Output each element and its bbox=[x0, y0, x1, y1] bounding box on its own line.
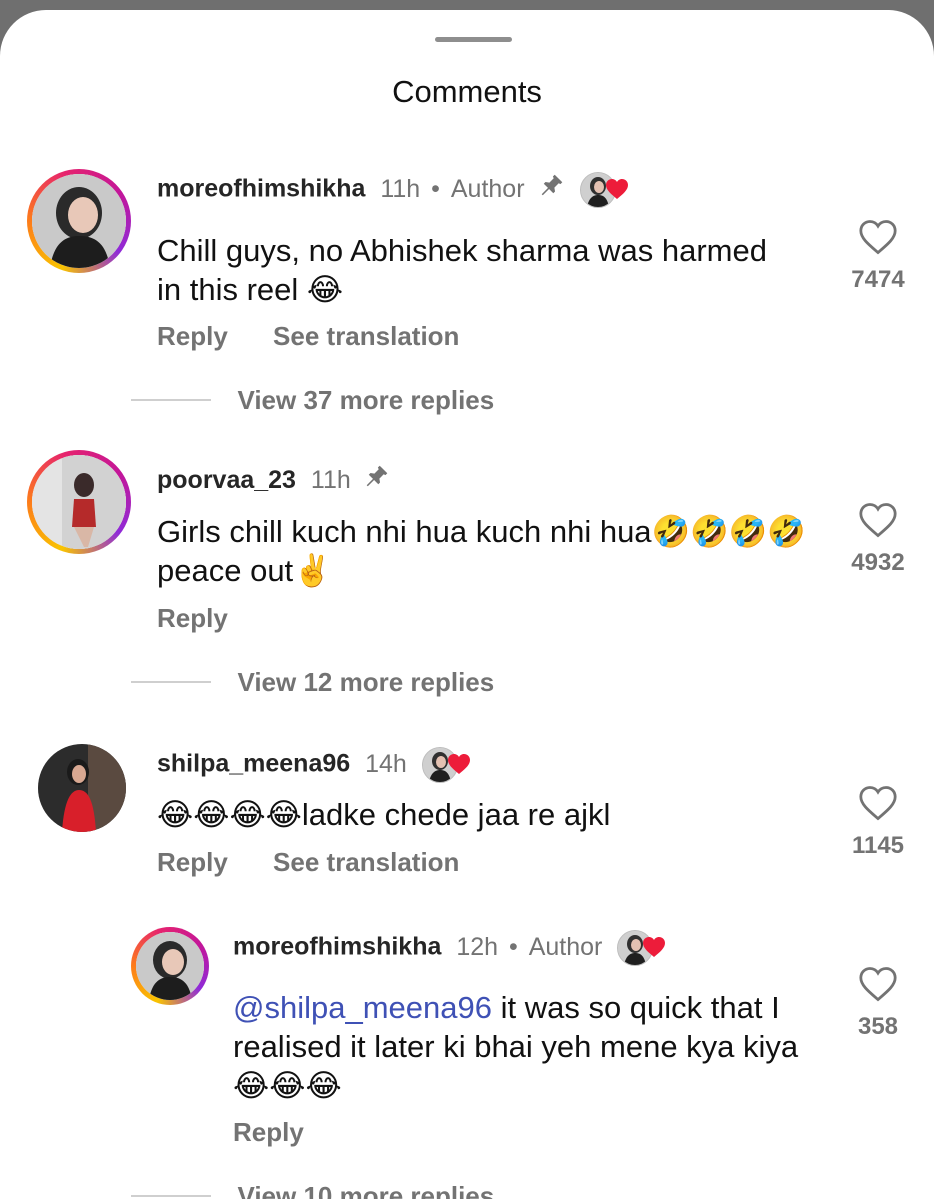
like-count: 7474 bbox=[851, 266, 905, 293]
comments-sheet: Comments moreofhimshikha 11h • Author Ch… bbox=[0, 10, 934, 1199]
like-control: 358 bbox=[838, 966, 918, 1042]
heart-outline-icon[interactable] bbox=[858, 502, 898, 538]
avatar-photo bbox=[32, 455, 126, 549]
separator-dot: • bbox=[431, 174, 440, 203]
heart-outline-icon[interactable] bbox=[858, 966, 898, 1002]
comment-meta: moreofhimshikha 11h • Author bbox=[157, 170, 636, 208]
view-replies-label: View 37 more replies bbox=[237, 385, 495, 415]
mention-link[interactable]: @shilpa_meena96 bbox=[233, 990, 492, 1025]
view-replies-button[interactable]: View 10 more replies bbox=[131, 1178, 494, 1199]
like-count: 358 bbox=[857, 1013, 899, 1040]
creator-liked-heart-icon bbox=[617, 928, 673, 968]
comment-meta: shilpa_meena96 14h bbox=[157, 745, 478, 783]
comment-text: @shilpa_meena96 it was so quick that I r… bbox=[233, 988, 813, 1105]
avatar[interactable] bbox=[38, 744, 126, 832]
reply-thread-line bbox=[131, 1195, 211, 1197]
timestamp: 11h bbox=[310, 466, 351, 494]
timestamp: 14h bbox=[365, 749, 407, 778]
like-control: 7474 bbox=[838, 219, 918, 295]
see-translation-button[interactable]: See translation bbox=[273, 318, 459, 354]
drag-handle[interactable] bbox=[435, 37, 512, 42]
comment-actions: Reply bbox=[233, 1114, 304, 1150]
sheet-title: Comments bbox=[392, 74, 542, 109]
separator-dot: • bbox=[509, 932, 518, 961]
author-badge: Author bbox=[450, 174, 525, 203]
comment-text: 😂😂😂😂ladke chede jaa re ajkl bbox=[157, 797, 611, 832]
reply-thread-line bbox=[131, 399, 211, 401]
comment-text: Girls chill kuch nhi hua kuch nhi hua🤣🤣🤣… bbox=[157, 514, 806, 588]
reply-button[interactable]: Reply bbox=[233, 1114, 304, 1150]
creator-liked-heart-icon bbox=[421, 745, 478, 785]
avatar[interactable] bbox=[131, 927, 209, 1005]
comment-meta: poorvaa_23 11h bbox=[157, 462, 390, 498]
view-replies-button[interactable]: View 12 more replies bbox=[131, 664, 494, 700]
avatar[interactable] bbox=[27, 450, 131, 554]
like-control: 1145 bbox=[838, 785, 918, 861]
reply-button[interactable]: Reply bbox=[157, 844, 228, 880]
view-replies-label: View 12 more replies bbox=[237, 667, 495, 697]
reply-button[interactable]: Reply bbox=[157, 600, 228, 636]
pin-icon bbox=[539, 172, 565, 208]
comment-actions: Reply See translation bbox=[157, 318, 459, 354]
reply-thread-line bbox=[131, 681, 211, 683]
like-count: 1145 bbox=[851, 832, 905, 859]
reply-button[interactable]: Reply bbox=[157, 318, 228, 354]
comment-actions: Reply See translation bbox=[157, 844, 459, 880]
like-control: 4932 bbox=[838, 502, 918, 578]
username[interactable]: shilpa_meena96 bbox=[157, 750, 350, 778]
username[interactable]: moreofhimshikha bbox=[233, 933, 441, 961]
username[interactable]: moreofhimshikha bbox=[157, 175, 365, 203]
heart-outline-icon[interactable] bbox=[858, 219, 898, 255]
see-translation-button[interactable]: See translation bbox=[273, 844, 459, 880]
view-replies-button[interactable]: View 37 more replies bbox=[131, 382, 494, 418]
timestamp: 12h bbox=[456, 932, 499, 961]
avatar-photo bbox=[32, 174, 126, 268]
heart-outline-icon[interactable] bbox=[858, 785, 898, 821]
avatar[interactable] bbox=[27, 169, 131, 273]
timestamp: 11h bbox=[380, 174, 421, 203]
creator-liked-heart-icon bbox=[580, 170, 636, 210]
pin-icon bbox=[364, 463, 390, 499]
username[interactable]: poorvaa_23 bbox=[157, 466, 296, 494]
comment-actions: Reply bbox=[157, 600, 228, 636]
avatar-photo bbox=[38, 744, 126, 832]
like-count: 4932 bbox=[851, 549, 905, 576]
comment-text: Chill guys, no Abhishek sharma was harme… bbox=[157, 233, 767, 307]
avatar-photo bbox=[136, 932, 204, 1000]
view-replies-label: View 10 more replies bbox=[237, 1181, 495, 1199]
comment-meta: moreofhimshikha 12h • Author bbox=[233, 928, 673, 966]
author-badge: Author bbox=[528, 932, 603, 961]
